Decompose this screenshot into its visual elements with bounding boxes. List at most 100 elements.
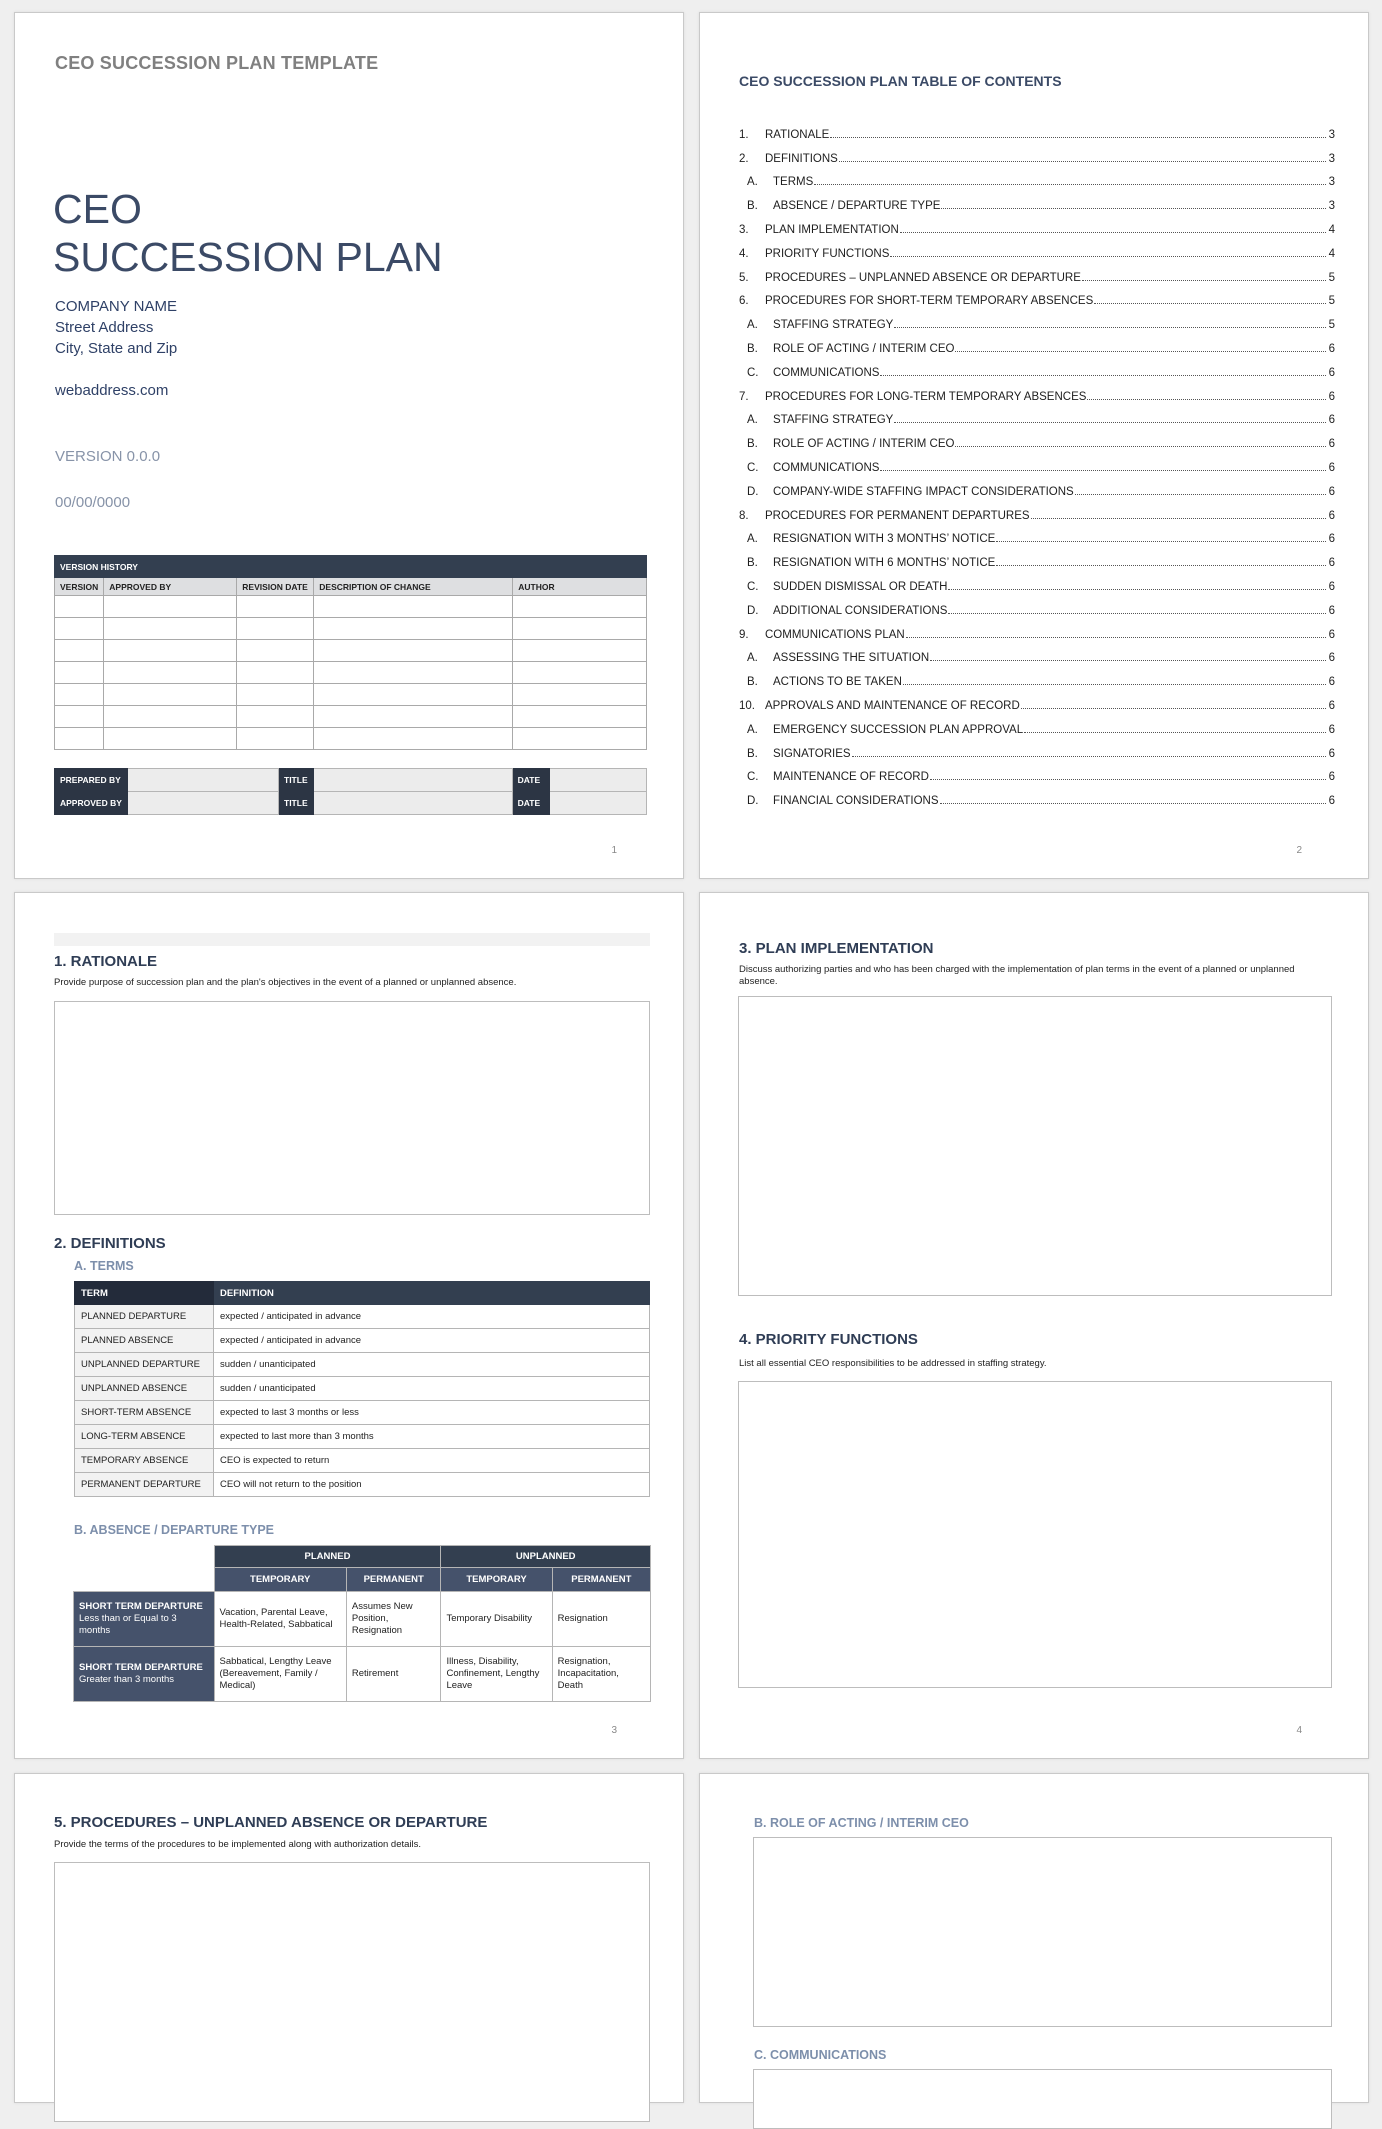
procedures-text-box[interactable] xyxy=(54,1862,650,2122)
version-history-cell[interactable] xyxy=(512,639,647,662)
approved-title-field[interactable] xyxy=(312,791,513,815)
company-name[interactable]: COMPANY NAME xyxy=(55,296,177,317)
version-history-cell[interactable] xyxy=(53,595,105,618)
definition-cell: CEO is expected to return xyxy=(213,1448,650,1473)
role-interim-ceo-text-box[interactable] xyxy=(753,1837,1332,2027)
toc-entry[interactable]: D. ADDITIONAL CONSIDERATIONS 6 xyxy=(739,593,1335,617)
toc-entry[interactable]: C. MAINTENANCE OF RECORD 6 xyxy=(739,760,1335,783)
version-history-cell[interactable] xyxy=(103,727,238,750)
version-history-cell[interactable] xyxy=(236,683,315,706)
version-history-cell[interactable] xyxy=(313,683,514,706)
toc-entry-label: STAFFING STRATEGY xyxy=(773,414,894,427)
toc-entry-page: 6 xyxy=(1328,366,1335,379)
version-history-cell[interactable] xyxy=(512,617,647,640)
version-history-cell[interactable] xyxy=(53,727,105,750)
toc-entry[interactable]: C. COMMUNICATIONS 6 xyxy=(739,450,1335,474)
version-history-cell[interactable] xyxy=(53,639,105,662)
toc-entry-number: A. xyxy=(747,533,758,546)
toc-entry[interactable]: 4. PRIORITY FUNCTIONS 4 xyxy=(739,236,1335,260)
toc-entry[interactable]: B. RESIGNATION WITH 6 MONTHS’ NOTICE 6 xyxy=(739,545,1335,569)
version-history-cell[interactable] xyxy=(236,639,315,662)
toc-entry[interactable]: 10. APPROVALS AND MAINTENANCE OF RECORD 6 xyxy=(739,688,1335,712)
prepared-title-field[interactable] xyxy=(312,768,513,792)
version-history-cell[interactable] xyxy=(313,727,514,750)
toc-entry[interactable]: 8. PROCEDURES FOR PERMANENT DEPARTURES 6 xyxy=(739,498,1335,522)
toc-entry[interactable]: A. RESIGNATION WITH 3 MONTHS’ NOTICE 6 xyxy=(739,522,1335,546)
toc-entry[interactable]: B. ROLE OF ACTING / INTERIM CEO 6 xyxy=(739,331,1335,355)
version-history-row xyxy=(53,705,647,728)
version-history-cell[interactable] xyxy=(313,595,514,618)
street-address[interactable]: Street Address xyxy=(55,317,177,338)
version-history-cell[interactable] xyxy=(103,705,238,728)
document-date[interactable]: 00/00/0000 xyxy=(55,494,130,511)
group-header-planned: PLANNED xyxy=(213,1545,442,1568)
toc-leader-dots xyxy=(1024,731,1326,733)
version-history-cell[interactable] xyxy=(512,683,647,706)
version-history-cell[interactable] xyxy=(103,683,238,706)
rationale-text-box[interactable] xyxy=(54,1001,650,1215)
toc-leader-dots xyxy=(1030,517,1326,519)
toc-entry[interactable]: 9. COMMUNICATIONS PLAN 6 xyxy=(739,617,1335,641)
version-history-cell[interactable] xyxy=(512,727,647,750)
version-history-cell[interactable] xyxy=(313,617,514,640)
toc-entry[interactable]: A. ASSESSING THE SITUATION 6 xyxy=(739,641,1335,664)
prepared-by-field[interactable] xyxy=(127,768,279,792)
term-cell: PLANNED ABSENCE xyxy=(74,1328,214,1353)
page-number: 4 xyxy=(1296,1725,1302,1736)
version-history-cell[interactable] xyxy=(236,727,315,750)
version-history-cell[interactable] xyxy=(103,595,238,618)
communications-text-box[interactable] xyxy=(753,2069,1332,2129)
toc-entry[interactable]: A. STAFFING STRATEGY 5 xyxy=(739,307,1335,331)
toc-entry[interactable]: C. COMMUNICATIONS 6 xyxy=(739,355,1335,379)
version-history-cell[interactable] xyxy=(53,661,105,684)
toc-entry[interactable]: D. FINANCIAL CONSIDERATIONS 6 xyxy=(739,783,1335,807)
version-history-cell[interactable] xyxy=(103,661,238,684)
toc-entry[interactable]: 7. PROCEDURES FOR LONG-TERM TEMPORARY ABS… xyxy=(739,379,1335,403)
version-history-cell[interactable] xyxy=(236,661,315,684)
toc-entry[interactable]: B. ACTIONS TO BE TAKEN 6 xyxy=(739,664,1335,688)
toc-entry[interactable]: 5. PROCEDURES – UNPLANNED ABSENCE OR DEPA… xyxy=(739,260,1335,284)
prepared-row: PREPARED BY TITLE DATE xyxy=(54,768,648,792)
version-history-cell[interactable] xyxy=(103,639,238,662)
toc-entry[interactable]: A. TERMS 3 xyxy=(739,165,1335,188)
version-history-cell[interactable] xyxy=(512,595,647,618)
title-label: TITLE xyxy=(278,791,314,815)
web-address[interactable]: webaddress.com xyxy=(55,382,168,399)
toc-entry[interactable]: 3. PLAN IMPLEMENTATION 4 xyxy=(739,212,1335,236)
version-history-cell[interactable] xyxy=(103,617,238,640)
version-history-cell[interactable] xyxy=(512,661,647,684)
version-history-cell[interactable] xyxy=(236,595,315,618)
toc-entry[interactable]: A. STAFFING STRATEGY 6 xyxy=(739,403,1335,427)
priority-functions-text-box[interactable] xyxy=(738,1381,1332,1688)
toc-entry[interactable]: D. COMPANY-WIDE STAFFING IMPACT CONSIDERA… xyxy=(739,474,1335,498)
toc-entry-page: 5 xyxy=(1328,271,1335,284)
toc-entry[interactable]: 6. PROCEDURES FOR SHORT-TERM TEMPORARY AB… xyxy=(739,284,1335,307)
approved-date-field[interactable] xyxy=(548,791,648,815)
version-history-cell[interactable] xyxy=(512,705,647,728)
version-history-cell[interactable] xyxy=(313,639,514,662)
prepared-date-field[interactable] xyxy=(548,768,648,792)
toc-entry[interactable]: B. SIGNATORIES 6 xyxy=(739,736,1335,760)
version-history-cell[interactable] xyxy=(313,661,514,684)
toc-entry[interactable]: B. ROLE OF ACTING / INTERIM CEO 6 xyxy=(739,426,1335,450)
version-history-cell[interactable] xyxy=(236,617,315,640)
plan-implementation-text-box[interactable] xyxy=(738,996,1332,1296)
version-number[interactable]: VERSION 0.0.0 xyxy=(55,448,160,465)
toc-entry[interactable]: B. ABSENCE / DEPARTURE TYPE 3 xyxy=(739,188,1335,212)
approved-by-field[interactable] xyxy=(127,791,279,815)
version-history-cell[interactable] xyxy=(53,617,105,640)
toc-entry[interactable]: 1. RATIONALE 3 xyxy=(739,117,1335,141)
toc-entry[interactable]: A. EMERGENCY SUCCESSION PLAN APPROVAL 6 xyxy=(739,712,1335,736)
term-cell: UNPLANNED ABSENCE xyxy=(74,1376,214,1401)
toc-entry[interactable]: 2. DEFINITIONS 3 xyxy=(739,141,1335,165)
version-history-cell[interactable] xyxy=(236,705,315,728)
version-history-cell[interactable] xyxy=(53,705,105,728)
version-history-cell[interactable] xyxy=(313,705,514,728)
version-history-cell[interactable] xyxy=(53,683,105,706)
toc-entry-page: 6 xyxy=(1328,723,1335,736)
toc-leader-dots xyxy=(1094,303,1326,305)
column-header: REVISION DATE xyxy=(236,577,315,596)
page-number: 3 xyxy=(611,1725,617,1736)
toc-entry[interactable]: C. SUDDEN DISMISSAL OR DEATH 6 xyxy=(739,569,1335,593)
city-state-zip[interactable]: City, State and Zip xyxy=(55,338,177,359)
